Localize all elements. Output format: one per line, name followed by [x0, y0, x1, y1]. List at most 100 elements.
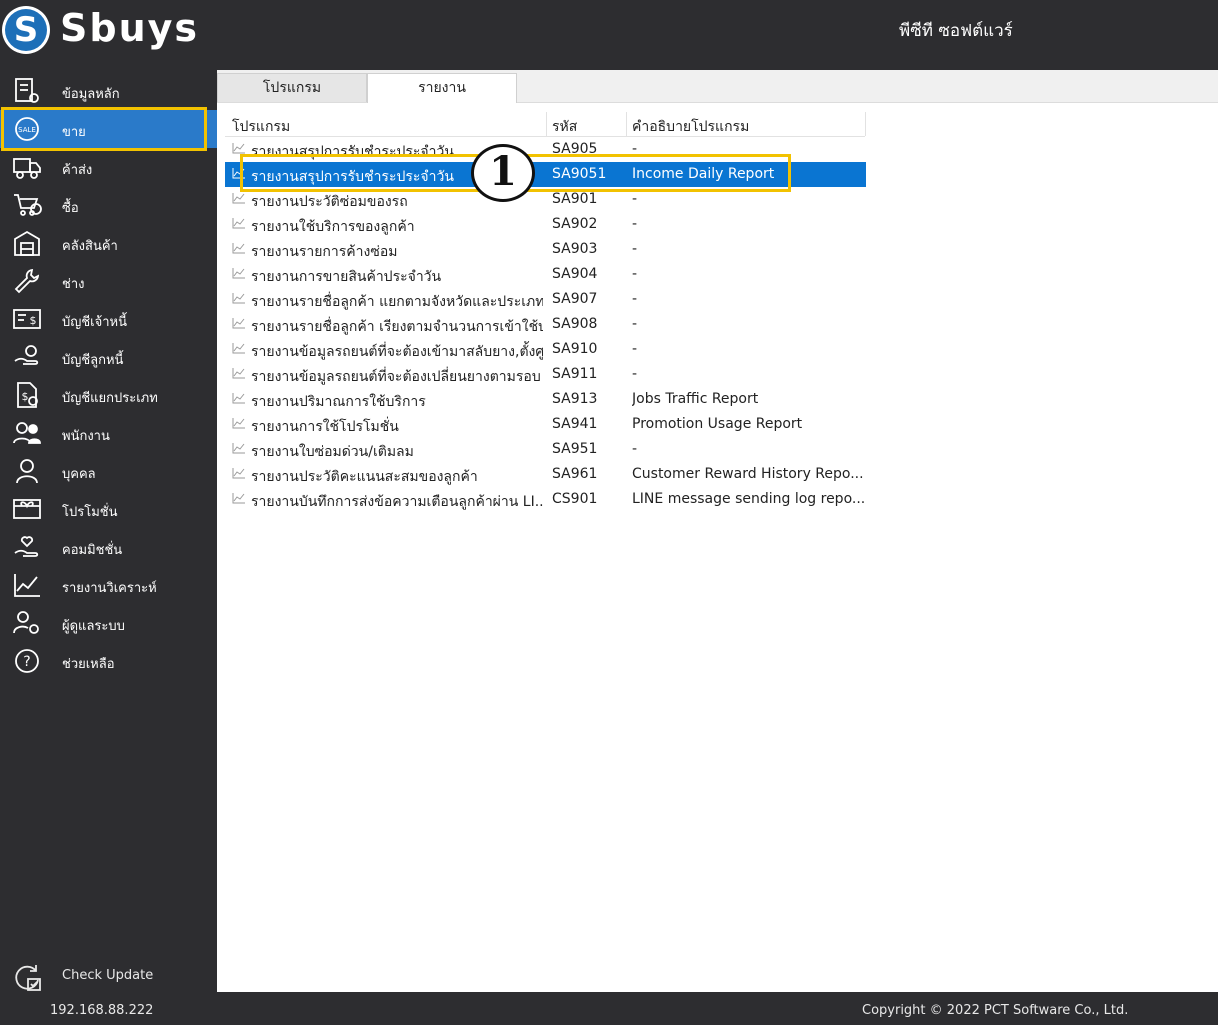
tab-program[interactable]: โปรแกรม	[217, 73, 367, 102]
table-row[interactable]: รายงานบันทึกการส่งข้อความเตือนลูกค้าผ่าน…	[225, 487, 866, 512]
report-chart-icon	[232, 242, 246, 254]
table-row[interactable]: รายงานประวัติคะแนนสะสมของลูกค้า SA961 Cust…	[225, 462, 866, 487]
report-chart-icon	[232, 392, 246, 404]
program-name-cell: รายงานปริมาณการใช้บริการ	[251, 394, 426, 410]
table-row[interactable]: รายงานรายชื่อลูกค้า เรียงตามจำนวนการเข้า…	[225, 312, 866, 337]
table-row[interactable]: รายงานการขายสินค้าประจำวัน SA904 -	[225, 262, 866, 287]
sidebar-item-3[interactable]: ซื้อ	[0, 186, 217, 224]
sidebar-item-label: บัญชีลูกหนี้	[62, 353, 124, 368]
sidebar-item-9[interactable]: พนักงาน	[0, 414, 217, 452]
status-bar: 192.168.88.222 Copyright © 2022 PCT Soft…	[0, 992, 1218, 1025]
sidebar-item-4[interactable]: คลังสินค้า	[0, 224, 217, 262]
program-name-cell: รายงานบันทึกการส่งข้อความเตือนลูกค้าผ่าน…	[251, 494, 543, 510]
program-name-cell: รายงานรายชื่อลูกค้า แยกตามจังหวัดและประเ…	[251, 294, 543, 310]
program-description-cell: -	[632, 366, 638, 382]
program-description-cell: -	[632, 341, 638, 357]
sidebar-item-label: ค้าส่ง	[62, 163, 93, 178]
sidebar-item-label: บัญชีแยกประเภท	[62, 391, 158, 406]
table-row[interactable]: รายงานรายการค้างซ่อม SA903 -	[225, 237, 866, 262]
report-chart-icon	[232, 292, 246, 304]
sidebar-item-2[interactable]: ค้าส่ง	[0, 148, 217, 186]
warehouse-icon	[12, 229, 42, 257]
program-code-cell: SA907	[552, 291, 598, 307]
report-chart-icon	[232, 317, 246, 329]
analysis-chart-icon	[12, 571, 42, 599]
sidebar-item-8[interactable]: $ บัญชีแยกประเภท	[0, 376, 217, 414]
sidebar-item-label: ซื้อ	[62, 201, 79, 216]
main-panel: โปรแกรม รายงาน โปรแกรม รหัส คำอธิบายโปรแ…	[217, 70, 1218, 992]
table-row[interactable]: รายงานข้อมูลรถยนต์ที่จะต้องเข้ามาสลับยาง…	[225, 337, 866, 362]
svg-text:$: $	[22, 390, 29, 403]
program-description-cell: LINE message sending log repo...	[632, 491, 864, 507]
program-code-cell: SA901	[552, 191, 598, 207]
program-name-cell: รายงานรายการค้างซ่อม	[251, 244, 398, 260]
check-update-button[interactable]: Check Update	[0, 960, 217, 996]
sidebar-item-15[interactable]: ? ช่วยเหลือ	[0, 642, 217, 680]
sidebar-item-10[interactable]: บุคคล	[0, 452, 217, 490]
table-row[interactable]: รายงานการใช้โปรโมชั่น SA941 Promotion Usag…	[225, 412, 866, 437]
sidebar-item-12[interactable]: คอมมิชชั่น	[0, 528, 217, 566]
report-chart-icon	[232, 467, 246, 479]
top-bar: S Sbuys พีซีที ซอฟต์แวร์	[0, 0, 1218, 70]
program-description-cell: -	[632, 241, 638, 257]
sidebar-item-14[interactable]: ผู้ดูแลระบบ	[0, 604, 217, 642]
table-row[interactable]: รายงานใบซ่อมด่วน/เติมลม SA951 -	[225, 437, 866, 462]
master-data-icon	[12, 77, 42, 105]
sidebar-item-7[interactable]: บัญชีลูกหนี้	[0, 338, 217, 376]
sidebar-item-label: บุคคล	[62, 467, 96, 482]
column-header-program[interactable]: โปรแกรม	[232, 116, 290, 138]
report-chart-icon	[232, 367, 246, 379]
sbuys-logo-icon: S	[2, 6, 50, 54]
program-name-cell: รายงานข้อมูลรถยนต์ที่จะต้องเปลี่ยนยางตาม…	[251, 369, 541, 385]
sidebar-item-label: ข้อมูลหลัก	[62, 87, 120, 102]
program-code-cell: SA913	[552, 391, 598, 407]
report-grid: โปรแกรม รหัส คำอธิบายโปรแกรม รายงานสรุปก…	[225, 112, 866, 510]
ledger-document-icon: $	[12, 381, 42, 409]
program-code-cell: SA951	[552, 441, 598, 457]
sidebar-item-0[interactable]: ข้อมูลหลัก	[0, 72, 217, 110]
program-code-cell: SA903	[552, 241, 598, 257]
table-row[interactable]: รายงานปริมาณการใช้บริการ SA913 Jobs Traffi…	[225, 387, 866, 412]
program-description-cell: -	[632, 291, 638, 307]
program-name-cell: รายงานใช้บริการของลูกค้า	[251, 219, 415, 235]
sidebar-item-label: คอมมิชชั่น	[62, 543, 123, 558]
help-icon: ?	[12, 647, 42, 675]
program-name-cell: รายงานข้อมูลรถยนต์ที่จะต้องเข้ามาสลับยาง…	[251, 344, 543, 360]
sidebar-item-5[interactable]: ช่าง	[0, 262, 217, 300]
report-chart-icon	[232, 267, 246, 279]
sidebar-item-11[interactable]: โปรโมชั่น	[0, 490, 217, 528]
sidebar-callout-highlight	[1, 107, 207, 151]
report-chart-icon	[232, 217, 246, 229]
svg-text:$: $	[30, 314, 37, 327]
admin-user-gear-icon	[12, 609, 42, 637]
sidebar-item-13[interactable]: รายงานวิเคราะห์	[0, 566, 217, 604]
company-name: พีซีที ซอฟต์แวร์	[899, 21, 1013, 41]
report-chart-icon	[232, 417, 246, 429]
commission-hand-icon	[12, 533, 42, 561]
sidebar-item-label: คลังสินค้า	[62, 239, 118, 254]
callout-number-badge: 1	[471, 144, 535, 202]
tab-report[interactable]: รายงาน	[367, 73, 517, 103]
check-update-icon	[12, 963, 44, 993]
program-description-cell: Customer Reward History Repo...	[632, 466, 864, 482]
report-chart-icon	[232, 342, 246, 354]
table-row[interactable]: รายงานใช้บริการของลูกค้า SA902 -	[225, 212, 866, 237]
table-row[interactable]: รายงานรายชื่อลูกค้า แยกตามจังหวัดและประเ…	[225, 287, 866, 312]
sidebar-item-label: ช่าง	[62, 277, 85, 292]
report-chart-icon	[232, 492, 246, 504]
program-description-cell: Jobs Traffic Report	[632, 391, 759, 407]
program-name-cell: รายงานการขายสินค้าประจำวัน	[251, 269, 442, 285]
sidebar-item-6[interactable]: $ บัญชีเจ้าหนี้	[0, 300, 217, 338]
program-name-cell: รายงานประวัติคะแนนสะสมของลูกค้า	[251, 469, 478, 485]
sidebar-item-label: ผู้ดูแลระบบ	[62, 619, 125, 634]
person-icon	[12, 457, 42, 485]
app-logo-text: Sbuys	[60, 6, 200, 50]
sidebar-item-label: รายงานวิเคราะห์	[62, 581, 157, 596]
table-row[interactable]: รายงานข้อมูลรถยนต์ที่จะต้องเปลี่ยนยางตาม…	[225, 362, 866, 387]
check-update-label: Check Update	[62, 968, 154, 983]
program-description-cell: -	[632, 191, 638, 207]
mechanic-wrench-icon	[12, 267, 42, 295]
column-header-description[interactable]: คำอธิบายโปรแกรม	[632, 116, 749, 138]
column-header-code[interactable]: รหัส	[552, 116, 577, 138]
shopping-cart-icon	[12, 191, 42, 219]
